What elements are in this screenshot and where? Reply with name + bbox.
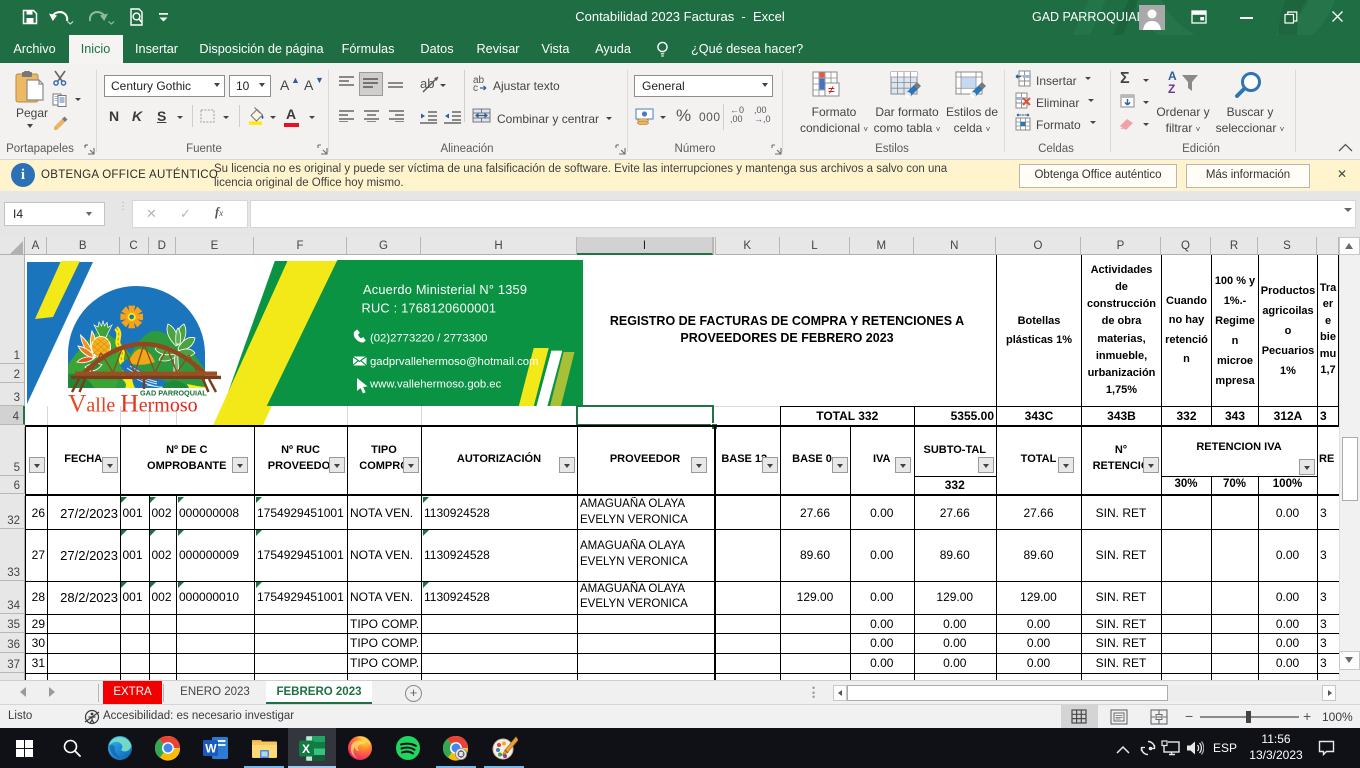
svg-text:gadprvallehermoso@hotmail.com: gadprvallehermoso@hotmail.com (370, 356, 538, 368)
svg-text:(02)2773220 / 2773300: (02)2773220 / 2773300 (370, 333, 487, 345)
svg-text:X: X (302, 742, 310, 756)
svg-text:W: W (205, 742, 217, 756)
svg-text:Acuerdo Ministerial N° 1359: Acuerdo Ministerial N° 1359 (363, 282, 527, 297)
svg-text:RUC : 1768120600001: RUC : 1768120600001 (362, 301, 497, 316)
svg-text:≠: ≠ (828, 83, 835, 97)
svg-text:www.vallehermoso.gob.ec: www.vallehermoso.gob.ec (369, 379, 502, 391)
svg-text:c: c (473, 83, 478, 92)
